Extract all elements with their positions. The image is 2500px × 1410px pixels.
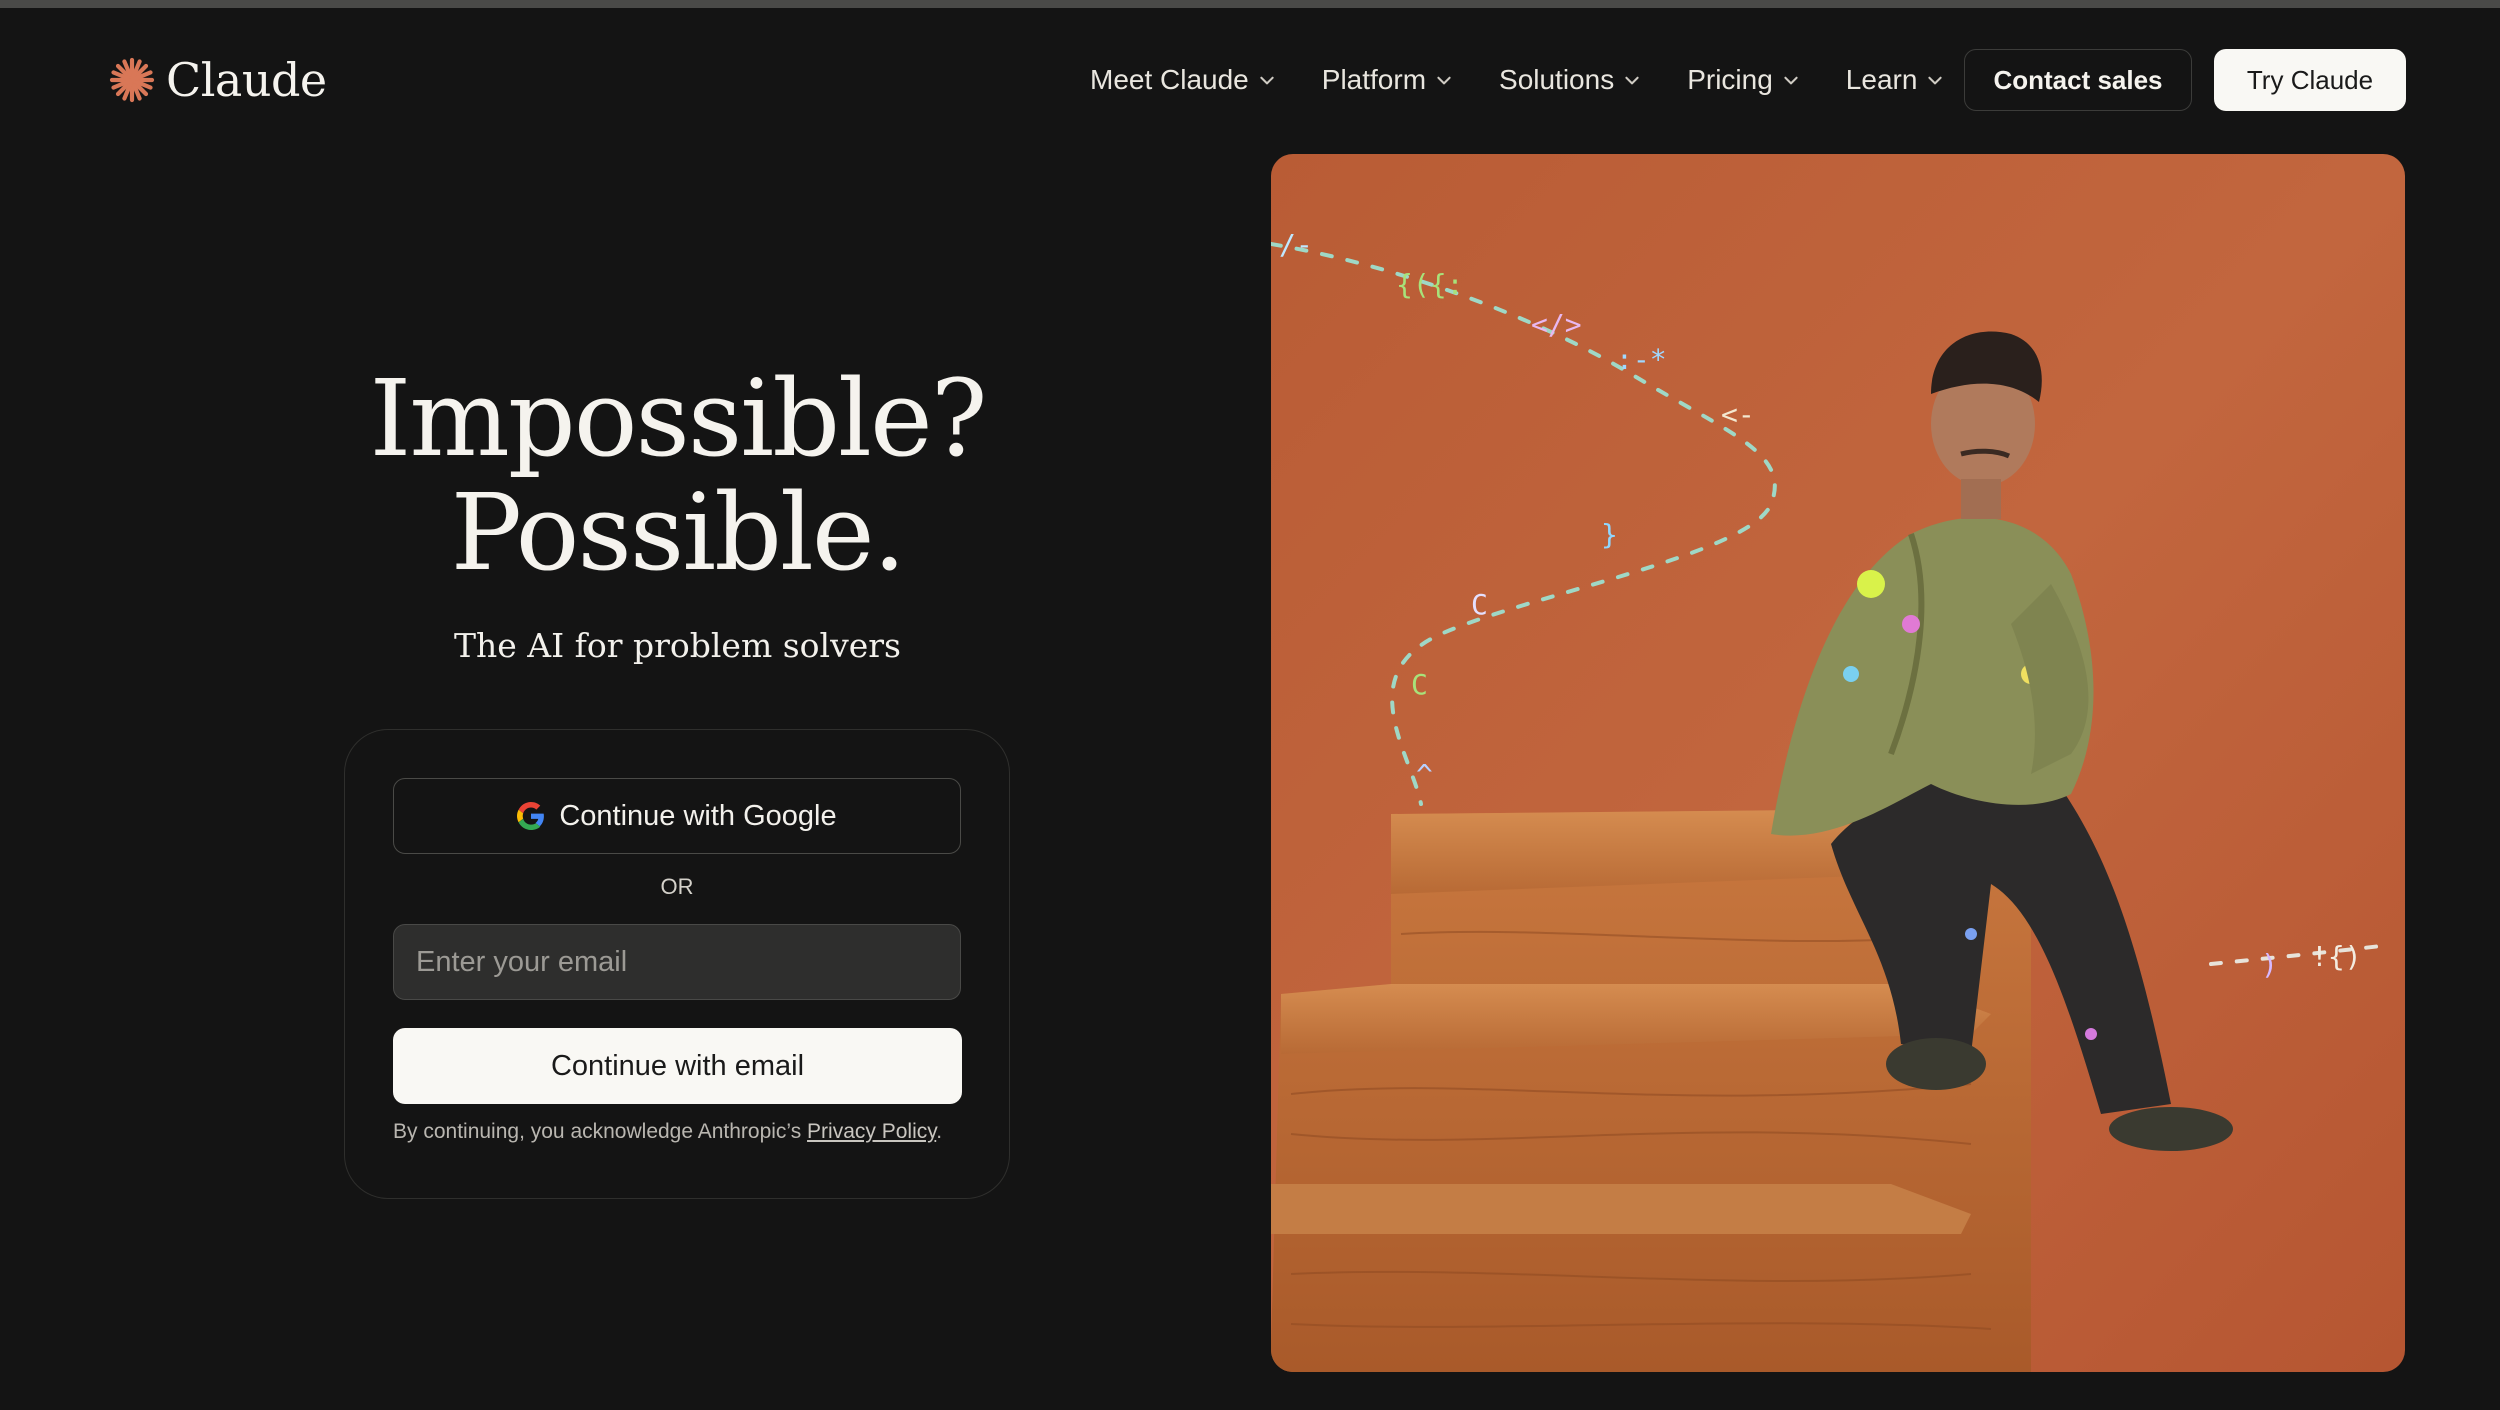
google-button-label: Continue with Google: [559, 799, 837, 832]
legal-prefix: By continuing, you acknowledge Anthropic…: [393, 1120, 808, 1143]
nav-label: Learn: [1845, 64, 1918, 95]
headline-line-1: Impossible?: [369, 357, 987, 480]
or-divider: OR: [660, 874, 694, 899]
svg-text:<-: <-: [1721, 398, 1755, 431]
svg-text:!{): !{): [2311, 940, 2362, 973]
nav-learn[interactable]: Learn: [1846, 64, 1945, 96]
nav-label: Solutions: [1499, 64, 1615, 95]
continue-with-email-button[interactable]: Continue with email: [393, 1028, 962, 1104]
email-input[interactable]: [393, 924, 961, 1000]
chevron-down-icon: [1625, 76, 1639, 85]
nav-meet-claude[interactable]: Meet Claude: [1090, 64, 1276, 96]
hero-illustration: /- {({: </> :-* <- } C C ^ ) !{): [1271, 154, 2405, 1372]
svg-text:): ): [2261, 948, 2278, 981]
legal-suffix: .: [936, 1120, 943, 1143]
contact-sales-button[interactable]: Contact sales: [1964, 49, 2192, 111]
logo-wordmark: Claude: [166, 53, 327, 107]
legal-notice: By continuing, you acknowledge Anthropic…: [393, 1120, 1013, 1144]
nav-label: Meet Claude: [1090, 64, 1249, 95]
privacy-policy-link[interactable]: Privacy Policy: [807, 1120, 936, 1143]
svg-text:C: C: [1471, 588, 1488, 621]
claude-starburst-icon: [109, 57, 155, 103]
continue-with-google-button[interactable]: Continue with Google: [393, 778, 961, 854]
chevron-down-icon: [1784, 76, 1798, 85]
headline-line-2: Possible.: [450, 471, 907, 594]
svg-text:C: C: [1411, 668, 1428, 701]
svg-text::-*: :-*: [1616, 343, 1667, 376]
svg-text:/-: /-: [1279, 228, 1313, 261]
google-icon: [517, 802, 545, 830]
try-claude-button[interactable]: Try Claude: [2214, 49, 2406, 111]
main-nav: Meet Claude Platform Solutions Pricing L…: [1090, 52, 1990, 108]
nav-pricing[interactable]: Pricing: [1687, 64, 1800, 96]
window-top-edge: [0, 0, 2500, 8]
chevron-down-icon: [1928, 76, 1943, 85]
nav-label: Platform: [1321, 64, 1427, 95]
svg-text:^: ^: [1416, 758, 1433, 791]
nav-platform[interactable]: Platform: [1322, 64, 1453, 96]
hero-headline: Impossible? Possible.: [0, 362, 1355, 590]
chevron-down-icon: [1260, 76, 1274, 85]
hero-photo: /- {({: </> :-* <- } C C ^ ) !{): [1271, 154, 2405, 1372]
svg-text:</>: </>: [1531, 308, 1582, 341]
nav-label: Pricing: [1687, 64, 1773, 95]
claude-logo[interactable]: Claude: [108, 52, 327, 108]
nav-solutions[interactable]: Solutions: [1499, 64, 1641, 96]
hero-tagline: The AI for problem solvers: [454, 626, 901, 665]
svg-text:}: }: [1601, 518, 1618, 551]
svg-text:{({:: {({:: [1396, 268, 1463, 301]
chevron-down-icon: [1437, 76, 1451, 85]
